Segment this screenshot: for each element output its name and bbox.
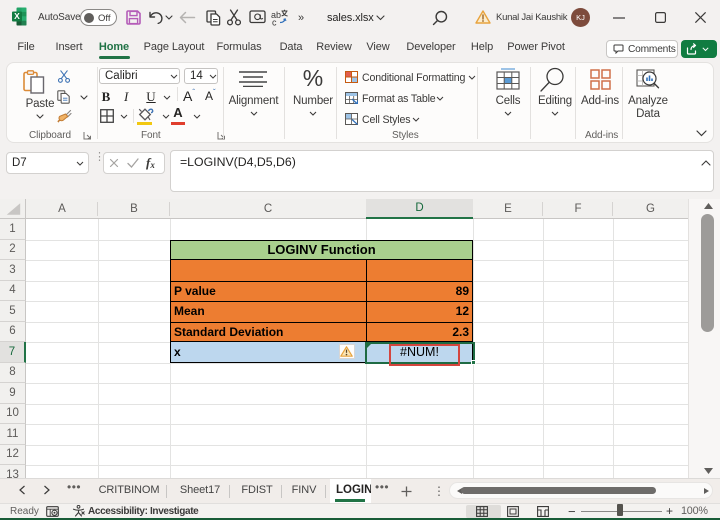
svg-text:X: X (14, 11, 20, 21)
svg-text:c: c (272, 18, 277, 27)
